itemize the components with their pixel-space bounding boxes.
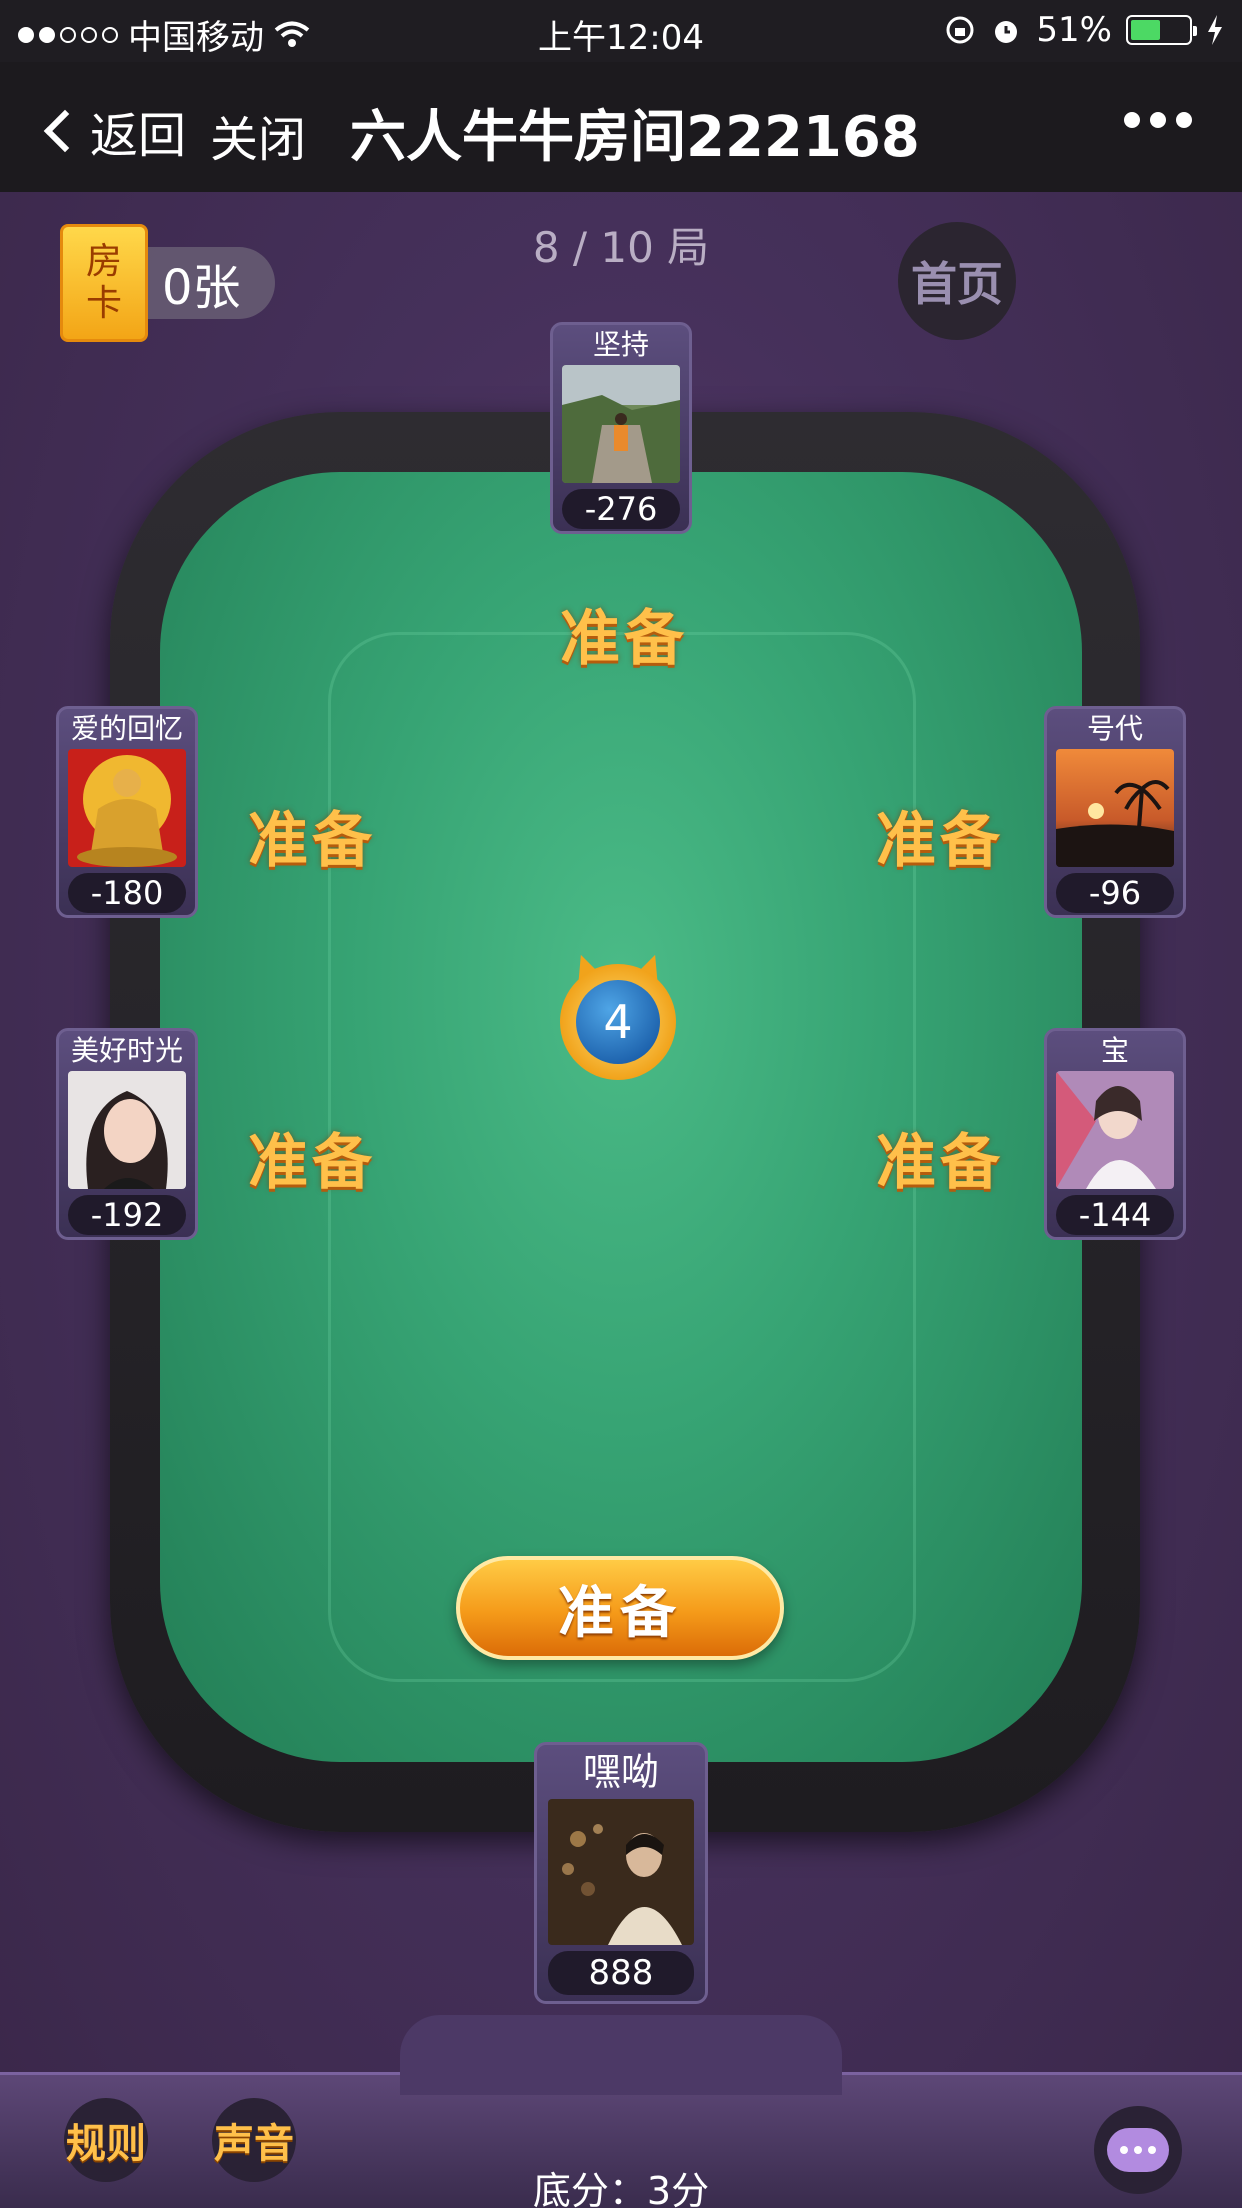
bottom-notch bbox=[400, 2015, 842, 2095]
player-name: 宝 bbox=[1100, 1034, 1129, 1067]
player-name: 号代 bbox=[1086, 712, 1143, 745]
player-score: -192 bbox=[68, 1195, 186, 1235]
table-inner-line bbox=[328, 632, 916, 1682]
close-button[interactable]: 关闭 bbox=[210, 100, 306, 170]
player-seat-left-lower[interactable]: 美好时光 -192 bbox=[56, 1028, 198, 1240]
avatar bbox=[548, 1799, 694, 1945]
player-name: 爱的回忆 bbox=[70, 712, 183, 745]
avatar bbox=[1056, 1071, 1174, 1189]
ready-status-left-lower: 准备 bbox=[248, 1128, 376, 1198]
game-area: 房 卡 0张 8 / 10 局 首页 坚持 -276 爱的回忆 -180 号代 … bbox=[0, 192, 1242, 2208]
ready-status-right-upper: 准备 bbox=[876, 806, 1004, 876]
player-name: 坚持 bbox=[592, 328, 649, 361]
player-name: 美好时光 bbox=[70, 1034, 183, 1067]
player-seat-right-lower[interactable]: 宝 -144 bbox=[1044, 1028, 1186, 1240]
player-seat-self[interactable]: 嘿呦 888 bbox=[534, 1742, 708, 2004]
ready-status-top: 准备 bbox=[560, 604, 688, 674]
battery-percent: 51% bbox=[1036, 10, 1112, 50]
more-icon[interactable] bbox=[1124, 112, 1192, 128]
page-title: 六人牛牛房间222168 bbox=[350, 105, 920, 170]
avatar bbox=[68, 749, 186, 867]
player-score: -96 bbox=[1056, 873, 1174, 913]
charging-icon bbox=[1208, 15, 1222, 45]
player-seat-left-upper[interactable]: 爱的回忆 -180 bbox=[56, 706, 198, 918]
avatar bbox=[68, 1071, 186, 1189]
round-counter: 8 / 10 局 bbox=[532, 223, 710, 272]
status-bar: 中国移动 上午12:04 51% bbox=[0, 0, 1242, 62]
battery-icon bbox=[1126, 15, 1197, 45]
ready-status-right-lower: 准备 bbox=[876, 1128, 1004, 1198]
status-right: 51% bbox=[944, 10, 1224, 50]
alarm-icon bbox=[995, 21, 1018, 43]
player-score: -180 bbox=[68, 873, 186, 913]
back-button[interactable]: 返回 bbox=[40, 96, 186, 166]
countdown-timer: 4 bbox=[560, 950, 682, 1080]
back-label: 返回 bbox=[90, 108, 187, 164]
nav-bar: 返回 关闭 六人牛牛房间222168 bbox=[0, 62, 1242, 192]
ready-button[interactable]: 准备 bbox=[456, 1556, 784, 1660]
avatar bbox=[562, 365, 680, 483]
chat-button[interactable] bbox=[1094, 2106, 1182, 2194]
avatar bbox=[1056, 749, 1174, 867]
player-score: -144 bbox=[1056, 1195, 1174, 1235]
player-score: 888 bbox=[548, 1951, 694, 1995]
player-seat-top[interactable]: 坚持 -276 bbox=[550, 322, 692, 534]
home-button[interactable]: 首页 bbox=[898, 222, 1016, 340]
ready-status-left-upper: 准备 bbox=[248, 806, 376, 876]
chevron-left-icon bbox=[43, 109, 87, 153]
player-seat-right-upper[interactable]: 号代 -96 bbox=[1044, 706, 1186, 918]
rotation-lock-icon bbox=[946, 16, 974, 44]
room-card-badge: 房 卡 bbox=[60, 224, 148, 342]
chat-icon bbox=[1107, 2128, 1169, 2172]
player-name: 嘿呦 bbox=[582, 1750, 659, 1794]
base-score-label: 底分：3分 bbox=[532, 2169, 710, 2208]
countdown-value: 4 bbox=[576, 980, 660, 1064]
player-score: -276 bbox=[562, 489, 680, 529]
